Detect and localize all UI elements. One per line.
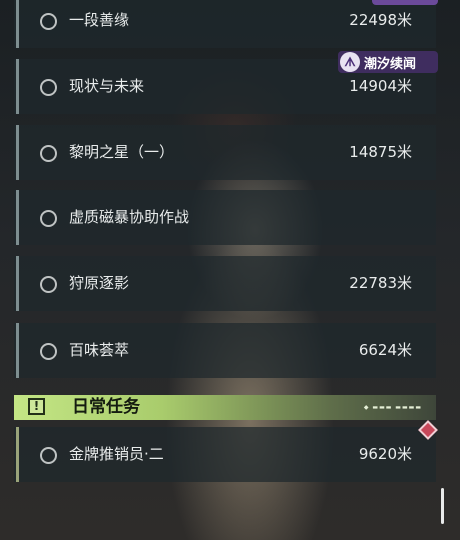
watermark-badge: ᗑ 潮汐续闻 (338, 51, 438, 73)
decorative-divider: ◆ ▬▬▬ ▬▬▬▬ (363, 404, 422, 411)
track-circle-icon[interactable] (40, 342, 57, 360)
daily-quest-row-0[interactable]: 金牌推销员·二 9620米 (14, 427, 436, 482)
scrollbar-thumb[interactable] (441, 488, 444, 524)
quest-distance: 6624米 (358, 341, 412, 359)
watermark-logo-icon: ᗑ (340, 52, 360, 72)
track-circle-icon[interactable] (40, 446, 57, 464)
quest-name: 黎明之星（一） (69, 143, 175, 161)
track-circle-icon[interactable] (40, 144, 57, 162)
quest-row-3[interactable]: 虚质磁暴协助作战 (14, 190, 436, 245)
quest-distance: 9620米 (358, 445, 412, 463)
daily-section-header: ! 日常任务 ◆ ▬▬▬ ▬▬▬▬ (14, 395, 436, 420)
track-circle-icon[interactable] (40, 209, 57, 227)
track-circle-icon[interactable] (40, 78, 57, 96)
track-circle-icon[interactable] (40, 12, 57, 30)
track-circle-icon[interactable] (40, 275, 57, 293)
quest-distance: 22498米 (349, 11, 412, 29)
watermark-text: 潮汐续闻 (364, 56, 417, 72)
quest-row-4[interactable]: 狩原逐影 22783米 (14, 256, 436, 311)
quest-row-0[interactable]: 一段善缘 22498米 (14, 0, 436, 48)
quest-row-5[interactable]: 百味荟萃 6624米 (14, 323, 436, 378)
tab-edge-indicator (372, 0, 438, 5)
quest-name: 金牌推销员·二 (69, 445, 164, 463)
section-title: 日常任务 (72, 397, 140, 417)
quest-list: 一段善缘 22498米 现状与未来 14904米 黎明之星（一） 14875米 … (0, 0, 460, 540)
exclamation-icon: ! (28, 398, 45, 415)
quest-name: 虚质磁暴协助作战 (69, 208, 190, 226)
quest-row-2[interactable]: 黎明之星（一） 14875米 (14, 125, 436, 180)
quest-name: 一段善缘 (69, 11, 130, 29)
quest-name: 百味荟萃 (69, 341, 130, 359)
quest-distance: 22783米 (349, 274, 412, 292)
quest-name: 狩原逐影 (69, 274, 130, 292)
quest-distance: 14875米 (349, 143, 412, 161)
quest-name: 现状与未来 (69, 77, 145, 95)
